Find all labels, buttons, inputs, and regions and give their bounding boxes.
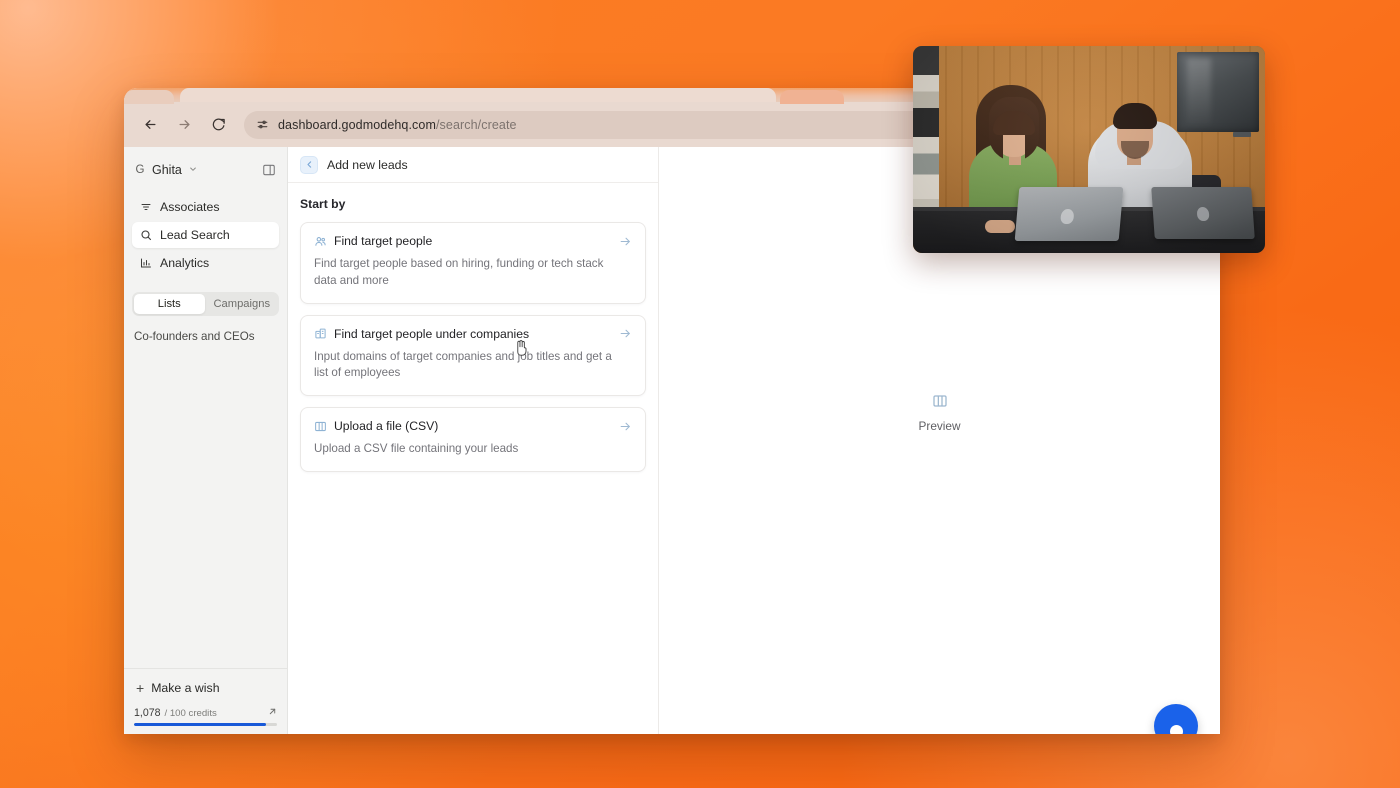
back-chevron-icon[interactable] bbox=[300, 155, 318, 174]
section-label: Start by bbox=[300, 197, 346, 211]
plus-icon: + bbox=[136, 679, 145, 696]
option-card-description: Find target people based on hiring, fund… bbox=[314, 257, 604, 287]
option-card-title: Upload a file (CSV) bbox=[334, 419, 439, 434]
center-panel: Add new leads Start by Find target peopl… bbox=[288, 147, 659, 734]
panel-preview-icon bbox=[932, 393, 948, 409]
columns-icon bbox=[314, 420, 327, 433]
person-man-hair bbox=[1113, 103, 1157, 129]
external-link-icon[interactable] bbox=[268, 707, 277, 719]
video-scene bbox=[913, 46, 1265, 253]
credits-total: / 100 credits bbox=[164, 707, 217, 719]
option-card-description: Input domains of target companies and jo… bbox=[314, 349, 612, 380]
browser-tab[interactable] bbox=[780, 90, 844, 104]
panel-collapse-icon[interactable] bbox=[260, 161, 277, 178]
sidebar-item-label: Lead Search bbox=[160, 228, 230, 242]
tab-campaigns[interactable]: Campaigns bbox=[207, 294, 278, 314]
credits-row: 1,078 / 100 credits bbox=[134, 707, 277, 719]
arrow-right-icon[interactable] bbox=[619, 327, 632, 340]
reload-icon[interactable] bbox=[208, 115, 228, 135]
wall-monitor bbox=[1177, 52, 1259, 132]
people-icon bbox=[314, 235, 327, 248]
preview-empty-state: Preview bbox=[918, 393, 961, 433]
workspace-name: Ghita bbox=[152, 162, 182, 177]
browser-tab[interactable] bbox=[124, 90, 174, 104]
site-settings-icon[interactable] bbox=[256, 118, 269, 131]
center-panel-body: Start by Find target people Find target … bbox=[288, 183, 658, 483]
bar-chart-icon bbox=[139, 257, 152, 270]
address-bar-url: dashboard.godmodehq.com/search/create bbox=[278, 117, 517, 132]
person-woman-hands bbox=[985, 220, 1015, 233]
sidebar-item-lead-search[interactable]: Lead Search bbox=[132, 222, 279, 248]
sidebar-footer: + Make a wish 1,078 / 100 credits bbox=[124, 667, 287, 735]
option-card-find-target-people[interactable]: Find target people Find target people ba… bbox=[300, 222, 646, 304]
laptop-space-gray bbox=[1151, 187, 1255, 239]
chat-bubble-icon[interactable] bbox=[1154, 704, 1198, 734]
search-icon bbox=[139, 229, 152, 242]
page-title: Add new leads bbox=[327, 157, 408, 172]
sidebar-item-label: Associates bbox=[160, 200, 220, 214]
monitor-stand bbox=[1233, 132, 1251, 137]
option-card-header: Find target people bbox=[314, 234, 632, 248]
option-card-upload-csv[interactable]: Upload a file (CSV) Upload a CSV file co… bbox=[300, 407, 646, 472]
wall-art-strip-inner bbox=[917, 52, 926, 212]
option-card-find-target-people-under-companies[interactable]: Find target people under companies Input… bbox=[300, 314, 646, 397]
tab-lists[interactable]: Lists bbox=[134, 294, 205, 314]
credits-progress-bar bbox=[134, 722, 277, 726]
credits-progress-fill bbox=[134, 722, 266, 726]
avatar: G bbox=[135, 163, 145, 176]
apple-logo-icon bbox=[1060, 209, 1075, 224]
sidebar-item-label: Analytics bbox=[160, 256, 210, 270]
credits-used: 1,078 bbox=[134, 706, 161, 719]
workspace-switcher[interactable]: G Ghita bbox=[124, 147, 287, 188]
video-overlay bbox=[913, 46, 1265, 253]
option-card-title: Find target people under companies bbox=[334, 326, 530, 341]
laptop-silver bbox=[1014, 187, 1124, 241]
building-icon bbox=[314, 327, 327, 340]
sidebar-item-associates[interactable]: Associates bbox=[132, 194, 279, 220]
sidebar-item-analytics[interactable]: Analytics bbox=[132, 250, 279, 276]
list-item-cofounders-and-ceos[interactable]: Co-founders and CEOs bbox=[134, 330, 277, 343]
option-card-title: Find target people bbox=[334, 234, 433, 248]
apple-logo-icon bbox=[1196, 207, 1210, 221]
sidebar-nav: Associates Lead Search Analytics bbox=[124, 188, 287, 278]
option-card-header: Upload a file (CSV) bbox=[314, 419, 632, 433]
chevron-down-icon bbox=[189, 165, 197, 175]
filter-icon bbox=[139, 201, 152, 214]
back-arrow-icon[interactable] bbox=[140, 115, 160, 135]
list-campaign-toggle: Lists Campaigns bbox=[132, 292, 279, 316]
forward-arrow-icon[interactable] bbox=[174, 115, 194, 135]
sidebar: G Ghita Associates Lead Search Analytics… bbox=[124, 147, 288, 734]
center-panel-header: Add new leads bbox=[288, 147, 658, 183]
arrow-right-icon[interactable] bbox=[619, 235, 632, 248]
option-card-description: Upload a CSV file containing your leads bbox=[314, 442, 519, 456]
browser-tab-active[interactable] bbox=[180, 88, 776, 102]
make-a-wish-button[interactable]: + Make a wish bbox=[134, 679, 277, 707]
page-background: dashboard.godmodehq.com/search/create G … bbox=[0, 0, 1400, 788]
arrow-right-icon[interactable] bbox=[619, 420, 632, 433]
make-a-wish-label: Make a wish bbox=[151, 680, 220, 695]
preview-label: Preview bbox=[918, 418, 961, 433]
chat-bubble-dot bbox=[1169, 724, 1183, 734]
option-card-header: Find target people under companies bbox=[314, 327, 632, 341]
